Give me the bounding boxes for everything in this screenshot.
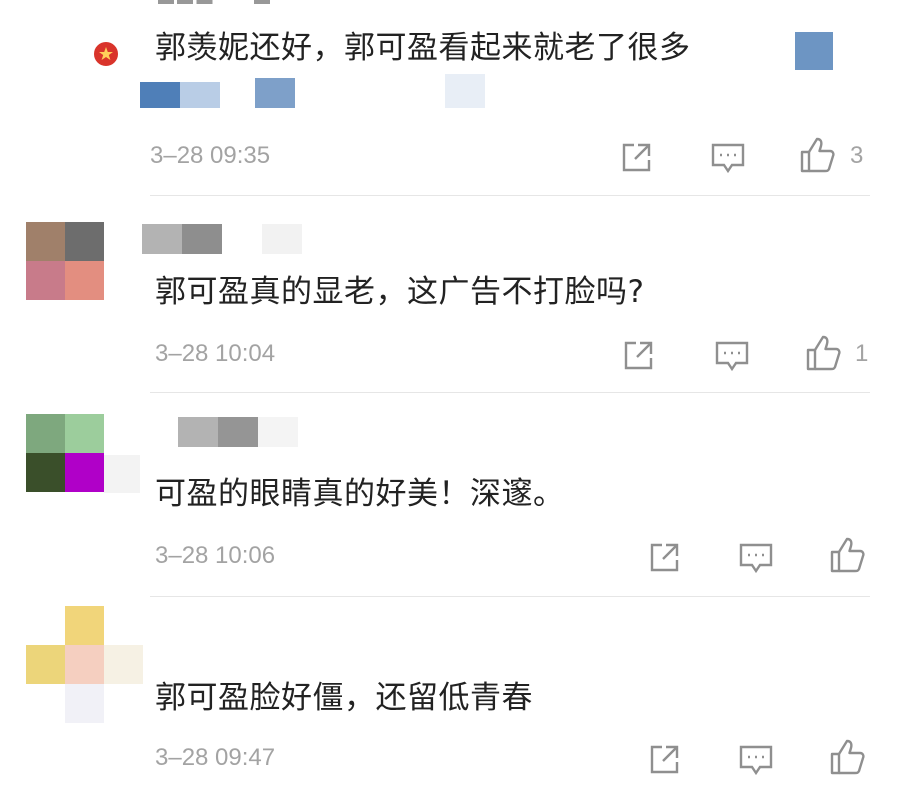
thumbs-up-icon[interactable] xyxy=(828,738,866,780)
thumbs-up-icon[interactable] xyxy=(798,136,836,178)
comment-text: 郭可盈真的显老，这广告不打脸吗? xyxy=(155,274,645,310)
user-avatar[interactable] xyxy=(60,0,138,36)
comment-icon[interactable] xyxy=(738,542,774,578)
thumbs-up-icon[interactable] xyxy=(828,536,866,578)
user-avatar[interactable] xyxy=(26,414,104,492)
mosaic-blur xyxy=(795,32,833,70)
comment-icon[interactable] xyxy=(714,340,750,376)
comment-text: 郭羡妮还好，郭可盈看起来就老了很多 xyxy=(155,30,691,66)
verified-badge-icon xyxy=(92,40,120,68)
username-blurred[interactable] xyxy=(142,224,302,254)
divider xyxy=(150,596,870,597)
divider xyxy=(150,195,870,196)
mosaic-blur xyxy=(445,74,485,108)
comment-timestamp: 3–28 10:04 xyxy=(155,340,276,367)
thumbs-up-icon[interactable] xyxy=(804,334,842,376)
comment-timestamp: 3–28 09:35 xyxy=(150,142,271,169)
comment-icon[interactable] xyxy=(738,744,774,780)
comment-timestamp: 3–28 09:47 xyxy=(155,744,276,771)
mosaic-blur xyxy=(255,78,295,108)
user-avatar[interactable] xyxy=(26,222,104,300)
avatar-frame xyxy=(104,455,140,493)
mosaic-blur xyxy=(180,82,220,108)
like-count: 3 xyxy=(850,142,864,169)
comment-text: 郭可盈脸好僵，还留低青春 xyxy=(155,680,533,716)
share-icon[interactable] xyxy=(622,338,656,376)
mosaic-blur xyxy=(140,82,180,108)
like-count: 1 xyxy=(855,340,869,367)
divider xyxy=(150,392,870,393)
username-blurred[interactable] xyxy=(158,0,318,4)
share-icon[interactable] xyxy=(648,742,682,780)
username-blurred[interactable] xyxy=(178,417,338,447)
comment-icon[interactable] xyxy=(710,142,746,178)
share-icon[interactable] xyxy=(648,540,682,578)
share-icon[interactable] xyxy=(620,140,654,178)
user-avatar[interactable] xyxy=(26,606,143,723)
comment-text: 可盈的眼睛真的好美！深邃。 xyxy=(155,476,565,512)
comment-timestamp: 3–28 10:06 xyxy=(155,542,276,569)
